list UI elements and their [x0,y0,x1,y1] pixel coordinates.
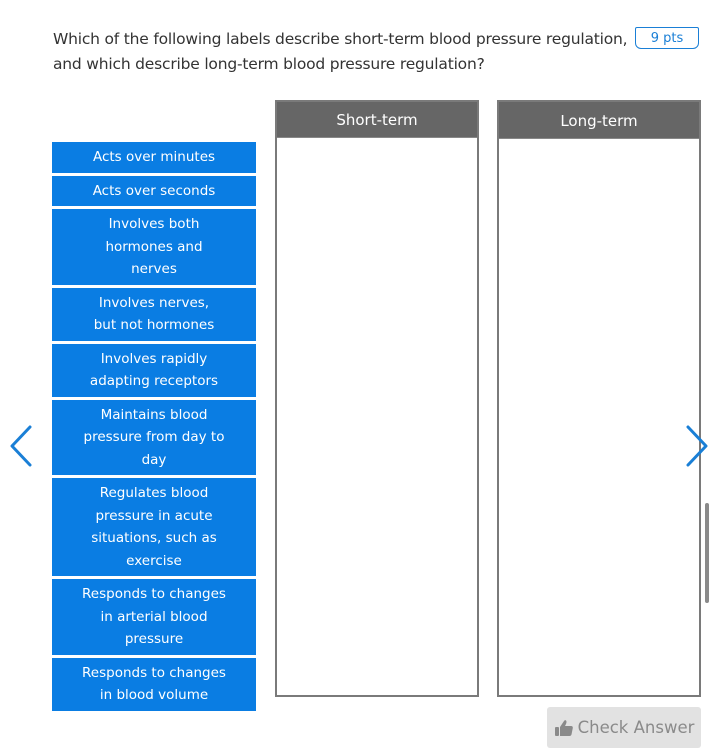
draggable-label[interactable]: Responds to changes in blood volume [52,657,256,711]
chevron-right-icon [686,425,708,467]
draggable-label[interactable]: Acts over minutes [52,142,256,173]
thumbs-up-icon [554,719,573,736]
draggable-label[interactable]: Regulates blood pressure in acute situat… [52,478,256,576]
draggable-label[interactable]: Maintains blood pressure from day to day [52,399,256,475]
long-term-drop-zone[interactable]: Long-term [497,100,701,697]
draggable-label[interactable]: Involves rapidly adapting receptors [52,343,256,397]
long-term-header: Long-term [499,102,699,139]
previous-button[interactable] [8,424,34,468]
draggable-label[interactable]: Acts over seconds [52,175,256,206]
points-badge: 9 pts [635,27,699,49]
draggable-label[interactable]: Involves both hormones and nerves [52,209,256,285]
chevron-left-icon [10,425,32,467]
draggable-label[interactable]: Responds to changes in arterial blood pr… [52,579,256,655]
next-button[interactable] [684,424,709,468]
short-term-header: Short-term [277,102,477,138]
label-bank: Acts over minutes Acts over seconds Invo… [52,142,256,714]
check-answer-button[interactable]: Check Answer [547,707,701,748]
short-term-drop-zone[interactable]: Short-term [275,100,479,697]
draggable-label[interactable]: Involves nerves, but not hormones [52,287,256,341]
question-text: Which of the following labels describe s… [53,30,628,73]
scrollbar-thumb[interactable] [705,503,709,603]
check-answer-label: Check Answer [577,718,695,737]
